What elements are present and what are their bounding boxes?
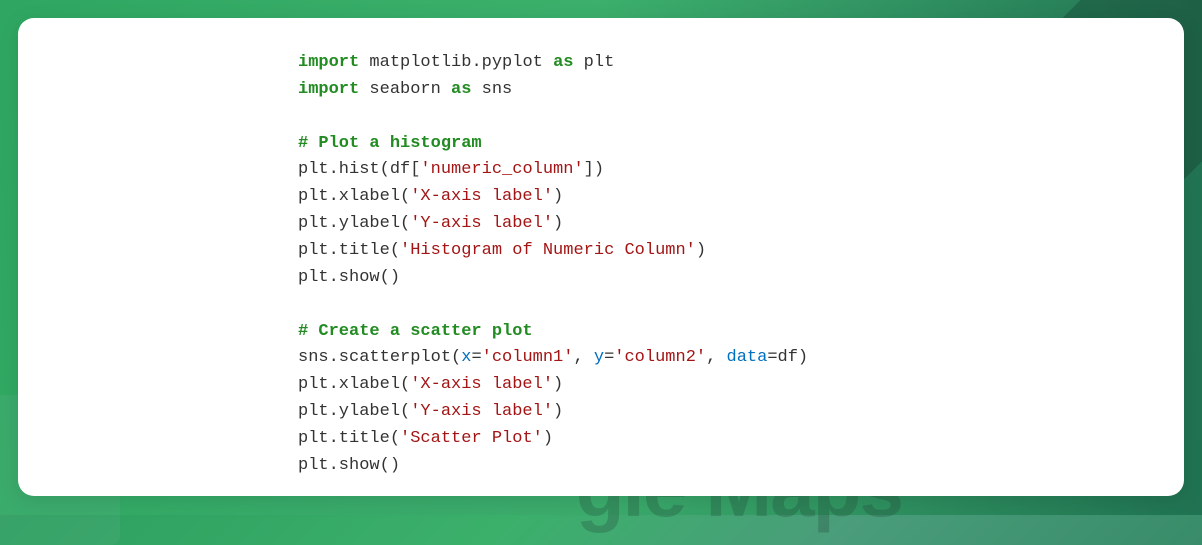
code-text: , — [706, 348, 726, 367]
string-literal: 'column1' — [482, 348, 574, 367]
code-text: plt.xlabel( — [298, 375, 410, 394]
code-text: plt.ylabel( — [298, 402, 410, 421]
code-card: import matplotlib.pyplot as plt import s… — [18, 18, 1184, 496]
code-text: ) — [553, 187, 563, 206]
code-text: plt.title( — [298, 429, 400, 448]
string-literal: 'numeric_column' — [420, 160, 583, 179]
code-text: =df) — [767, 348, 808, 367]
param-name: data — [727, 348, 768, 367]
param-name: x — [461, 348, 471, 367]
code-text: = — [604, 348, 614, 367]
string-literal: 'X-axis label' — [410, 187, 553, 206]
code-text: ) — [553, 375, 563, 394]
code-block: import matplotlib.pyplot as plt import s… — [298, 50, 1152, 480]
string-literal: 'X-axis label' — [410, 375, 553, 394]
code-text: ) — [543, 429, 553, 448]
string-literal: 'Y-axis label' — [410, 402, 553, 421]
param-name: y — [594, 348, 604, 367]
string-literal: 'Y-axis label' — [410, 214, 553, 233]
string-literal: 'Scatter Plot' — [400, 429, 543, 448]
code-text: ) — [553, 402, 563, 421]
code-text: plt.xlabel( — [298, 187, 410, 206]
code-text: , — [573, 348, 593, 367]
code-text: sns.scatterplot( — [298, 348, 461, 367]
alias: sns — [482, 80, 513, 99]
code-text: = — [471, 348, 481, 367]
keyword-as: as — [553, 53, 573, 72]
code-text: plt.show() — [298, 456, 400, 475]
module-name: matplotlib.pyplot — [369, 53, 542, 72]
keyword-as: as — [451, 80, 471, 99]
string-literal: 'column2' — [614, 348, 706, 367]
code-text: plt.title( — [298, 241, 400, 260]
module-name: seaborn — [369, 80, 440, 99]
string-literal: 'Histogram of Numeric Column' — [400, 241, 696, 260]
keyword-import: import — [298, 53, 359, 72]
keyword-import: import — [298, 80, 359, 99]
code-text: plt.hist(df[ — [298, 160, 420, 179]
comment: # Create a scatter plot — [298, 322, 533, 341]
code-text: plt.show() — [298, 268, 400, 287]
alias: plt — [584, 53, 615, 72]
code-text: ) — [696, 241, 706, 260]
comment: # Plot a histogram — [298, 134, 482, 153]
code-text: plt.ylabel( — [298, 214, 410, 233]
code-text: ]) — [584, 160, 604, 179]
code-text: ) — [553, 214, 563, 233]
